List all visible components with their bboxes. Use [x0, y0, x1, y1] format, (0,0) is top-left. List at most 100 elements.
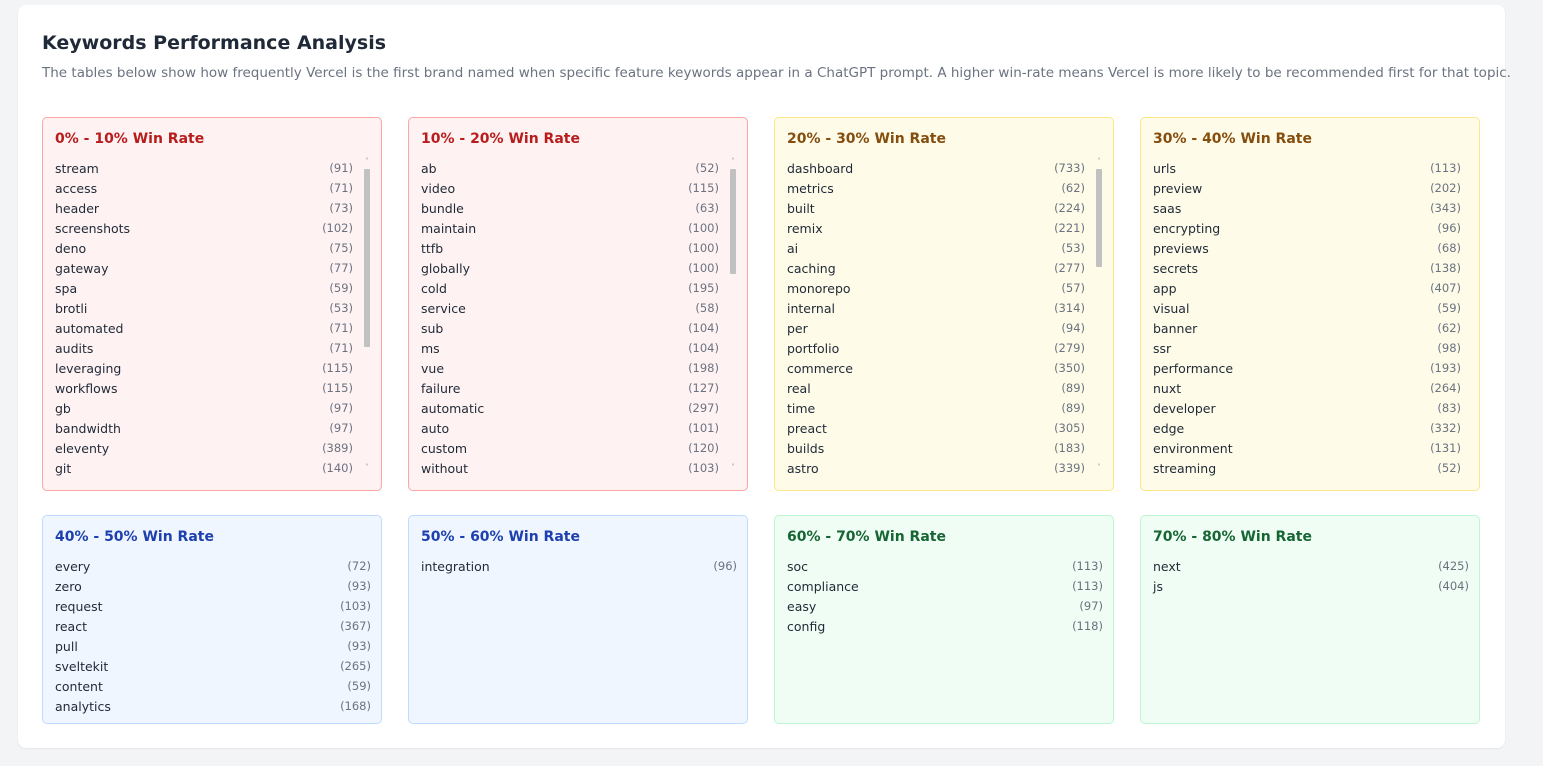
keyword-term: metrics	[787, 180, 834, 196]
keywords-card: Keywords Performance Analysis The tables…	[18, 5, 1511, 748]
keyword-row: saas (343)	[1153, 198, 1461, 218]
keyword-count: (350)	[1054, 361, 1085, 375]
keyword-term: nuxt	[1153, 380, 1182, 396]
keyword-row: spa (59)	[55, 278, 353, 298]
keyword-count: (77)	[329, 261, 353, 275]
keyword-count: (94)	[1061, 321, 1085, 335]
keyword-row: auto (101)	[421, 418, 719, 438]
keyword-term: request	[55, 598, 103, 614]
scroll-up-arrow-icon[interactable]: ˄	[363, 158, 371, 166]
keyword-count: (73)	[329, 201, 353, 215]
keyword-count: (59)	[1437, 301, 1461, 315]
keyword-term: header	[55, 200, 100, 216]
keyword-term: eleventy	[55, 440, 110, 456]
scrollbar-thumb[interactable]	[1096, 169, 1102, 267]
scrollbar-thumb[interactable]	[364, 169, 370, 347]
keyword-term: git	[55, 460, 72, 476]
keyword-row: config (118)	[787, 616, 1103, 636]
keyword-count: (138)	[1430, 261, 1461, 275]
keyword-row: developer (83)	[1153, 398, 1461, 418]
keyword-count: (59)	[329, 281, 353, 295]
keyword-term: edge	[1153, 420, 1185, 436]
keyword-term: caching	[787, 260, 836, 276]
keyword-term: preview	[1153, 180, 1203, 196]
keyword-term: spa	[55, 280, 78, 296]
keyword-term: content	[55, 678, 103, 694]
keyword-list[interactable]: dashboard (733) metrics (62) built (224) remix…	[787, 158, 1085, 478]
keyword-term: vue	[421, 360, 445, 376]
keyword-row: commerce (350)	[787, 358, 1085, 378]
keyword-term: saas	[1153, 200, 1182, 216]
keyword-row: maintain (100)	[421, 218, 719, 238]
keyword-term: auto	[421, 420, 450, 436]
keyword-row: cold (195)	[421, 278, 719, 298]
keyword-list[interactable]: urls (113) preview (202) saas (343) encrypting…	[1153, 158, 1461, 478]
keyword-list[interactable]: stream (91) access (71) header (73) screenshot…	[55, 158, 353, 478]
keyword-row: visual (59)	[1153, 298, 1461, 318]
keyword-term: custom	[421, 440, 468, 456]
keyword-row: builds (183)	[787, 438, 1085, 458]
keyword-count: (53)	[1061, 241, 1085, 255]
keyword-count: (404)	[1438, 579, 1469, 593]
keyword-term: builds	[787, 440, 825, 456]
keyword-count: (101)	[688, 421, 719, 435]
keyword-term: automatic	[421, 400, 485, 416]
keyword-row: portfolio (279)	[787, 338, 1085, 358]
scrollbar[interactable]: ˄ ˅	[729, 158, 737, 474]
keyword-count: (264)	[1430, 381, 1461, 395]
keyword-list: integration (96)	[421, 556, 737, 576]
keyword-row: analytics (168)	[55, 696, 371, 716]
keyword-row: caching (277)	[787, 258, 1085, 278]
keyword-row: service (58)	[421, 298, 719, 318]
keyword-term: per	[787, 320, 808, 336]
keyword-term: encrypting	[1153, 220, 1221, 236]
keyword-term: ssr	[1153, 340, 1172, 356]
keyword-count: (71)	[329, 341, 353, 355]
keyword-term: commerce	[787, 360, 853, 376]
keyword-count: (367)	[340, 619, 371, 633]
scrollbar[interactable]: ˄ ˅	[1095, 158, 1103, 474]
keyword-term: compliance	[787, 578, 859, 594]
winrate-group-10-20: 10% - 20% Win Rate ab (52) video (115) bundl…	[408, 117, 748, 491]
keyword-count: (193)	[1430, 361, 1461, 375]
keyword-count: (314)	[1054, 301, 1085, 315]
keyword-count: (168)	[340, 699, 371, 713]
keyword-list[interactable]: ab (52) video (115) bundle (63) maintain (100) t…	[421, 158, 719, 478]
winrate-group-70-80: 70% - 80% Win Rate next (425) js (404)	[1140, 515, 1480, 724]
keyword-count: (131)	[1430, 441, 1461, 455]
keyword-count: (113)	[1072, 559, 1103, 573]
keyword-term: analytics	[55, 698, 111, 714]
keyword-count: (113)	[1072, 579, 1103, 593]
keyword-row: ai (53)	[787, 238, 1085, 258]
keyword-row: sub (104)	[421, 318, 719, 338]
page-title: Keywords Performance Analysis	[42, 32, 387, 54]
keyword-term: leveraging	[55, 360, 122, 376]
scrollbar-thumb[interactable]	[730, 169, 736, 274]
winrate-group-20-30: 20% - 30% Win Rate dashboard (733) metrics…	[774, 117, 1114, 491]
keyword-row: metrics (62)	[787, 178, 1085, 198]
winrate-group-0-10: 0% - 10% Win Rate stream (91) access (71) he…	[42, 117, 382, 491]
keyword-term: ttfb	[421, 240, 444, 256]
keyword-count: (202)	[1430, 181, 1461, 195]
keyword-term: automated	[55, 320, 124, 336]
keyword-row: sveltekit (265)	[55, 656, 371, 676]
scroll-down-arrow-icon[interactable]: ˅	[729, 464, 737, 472]
keyword-count: (52)	[695, 161, 719, 175]
keyword-count: (198)	[688, 361, 719, 375]
scroll-down-arrow-icon[interactable]: ˅	[363, 464, 371, 472]
keyword-term: easy	[787, 598, 817, 614]
scroll-up-arrow-icon[interactable]: ˄	[729, 158, 737, 166]
keyword-term: app	[1153, 280, 1177, 296]
keyword-count: (104)	[688, 341, 719, 355]
keyword-term: urls	[1153, 160, 1177, 176]
keyword-row: zero (93)	[55, 576, 371, 596]
keyword-count: (127)	[688, 381, 719, 395]
scroll-down-arrow-icon[interactable]: ˅	[1095, 464, 1103, 472]
keyword-count: (91)	[329, 161, 353, 175]
keyword-row: bandwidth (97)	[55, 418, 353, 438]
keyword-term: next	[1153, 558, 1181, 574]
scroll-up-arrow-icon[interactable]: ˄	[1095, 158, 1103, 166]
scrollbar[interactable]: ˄ ˅	[363, 158, 371, 474]
keyword-term: audits	[55, 340, 94, 356]
winrate-group-50-60: 50% - 60% Win Rate integration (96)	[408, 515, 748, 724]
